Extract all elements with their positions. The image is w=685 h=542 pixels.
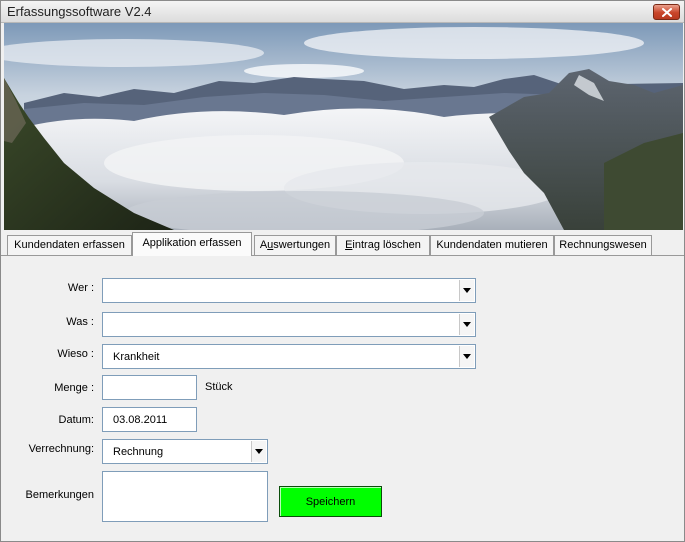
verrechnung-combobox[interactable]: Rechnung xyxy=(102,439,268,464)
close-icon xyxy=(661,7,672,17)
wieso-value: Krankheit xyxy=(113,351,160,363)
wieso-label: Wieso : xyxy=(57,348,94,360)
menge-unit: Stück xyxy=(205,381,233,393)
bemerkungen-label: Bemerkungen xyxy=(25,489,95,501)
verrechnung-dropdown-button[interactable] xyxy=(251,441,266,462)
tab-eintrag-loeschen[interactable]: Eintrag löschen xyxy=(336,235,430,255)
verrechnung-value: Rechnung xyxy=(113,446,164,458)
wieso-dropdown-button[interactable] xyxy=(459,346,474,367)
tab-label: Rechnungswesen xyxy=(559,239,647,251)
tab-label: Applikation erfassen xyxy=(142,237,242,249)
mountain-banner-image xyxy=(4,23,683,230)
chevron-down-icon xyxy=(255,449,263,454)
tab-label: Kundendaten erfassen xyxy=(14,239,125,251)
speichern-button[interactable]: Speichern xyxy=(279,486,382,517)
chevron-down-icon xyxy=(463,322,471,327)
form-panel: Wer : Was : Wieso : Krankheit Menge : St… xyxy=(4,256,683,539)
tab-kundendaten-erfassen[interactable]: Kundendaten erfassen xyxy=(7,235,132,255)
tab-rechnungswesen[interactable]: Rechnungswesen xyxy=(554,235,652,255)
tab-auswertungen[interactable]: Auswertungen xyxy=(254,235,336,255)
tab-bar: Kundendaten erfassen Applikation erfasse… xyxy=(4,232,683,256)
tab-kundendaten-mutieren[interactable]: Kundendaten mutieren xyxy=(430,235,554,255)
was-label: Was : xyxy=(66,316,94,328)
chevron-down-icon xyxy=(463,288,471,293)
datum-label: Datum: xyxy=(58,414,94,426)
tab-label-post: intrag löschen xyxy=(352,239,421,251)
tab-applikation-erfassen[interactable]: Applikation erfassen xyxy=(132,232,252,256)
tab-label-post: swertungen xyxy=(273,239,331,251)
was-combobox[interactable] xyxy=(102,312,476,337)
close-button[interactable] xyxy=(653,4,680,20)
title-bar[interactable]: Erfassungssoftware V2.4 xyxy=(1,1,684,23)
was-dropdown-button[interactable] xyxy=(459,314,474,335)
wieso-combobox[interactable]: Krankheit xyxy=(102,344,476,369)
wer-dropdown-button[interactable] xyxy=(459,280,474,301)
wer-label: Wer : xyxy=(67,282,94,294)
application-window: Erfassungssoftware V2.4 Kundendaten erfa… xyxy=(0,0,685,542)
window-title: Erfassungssoftware V2.4 xyxy=(7,4,152,19)
menge-input[interactable] xyxy=(102,375,197,400)
wer-combobox[interactable] xyxy=(102,278,476,303)
mountain-sea-of-clouds-photo xyxy=(4,23,683,230)
datum-value: 03.08.2011 xyxy=(113,414,168,426)
tab-label: Kundendaten mutieren xyxy=(436,239,548,251)
menge-label: Menge : xyxy=(54,382,94,394)
chevron-down-icon xyxy=(463,354,471,359)
verrechnung-label: Verrechnung: xyxy=(28,443,94,455)
bemerkungen-textarea[interactable] xyxy=(102,471,268,522)
datum-input[interactable]: 03.08.2011 xyxy=(102,407,197,432)
